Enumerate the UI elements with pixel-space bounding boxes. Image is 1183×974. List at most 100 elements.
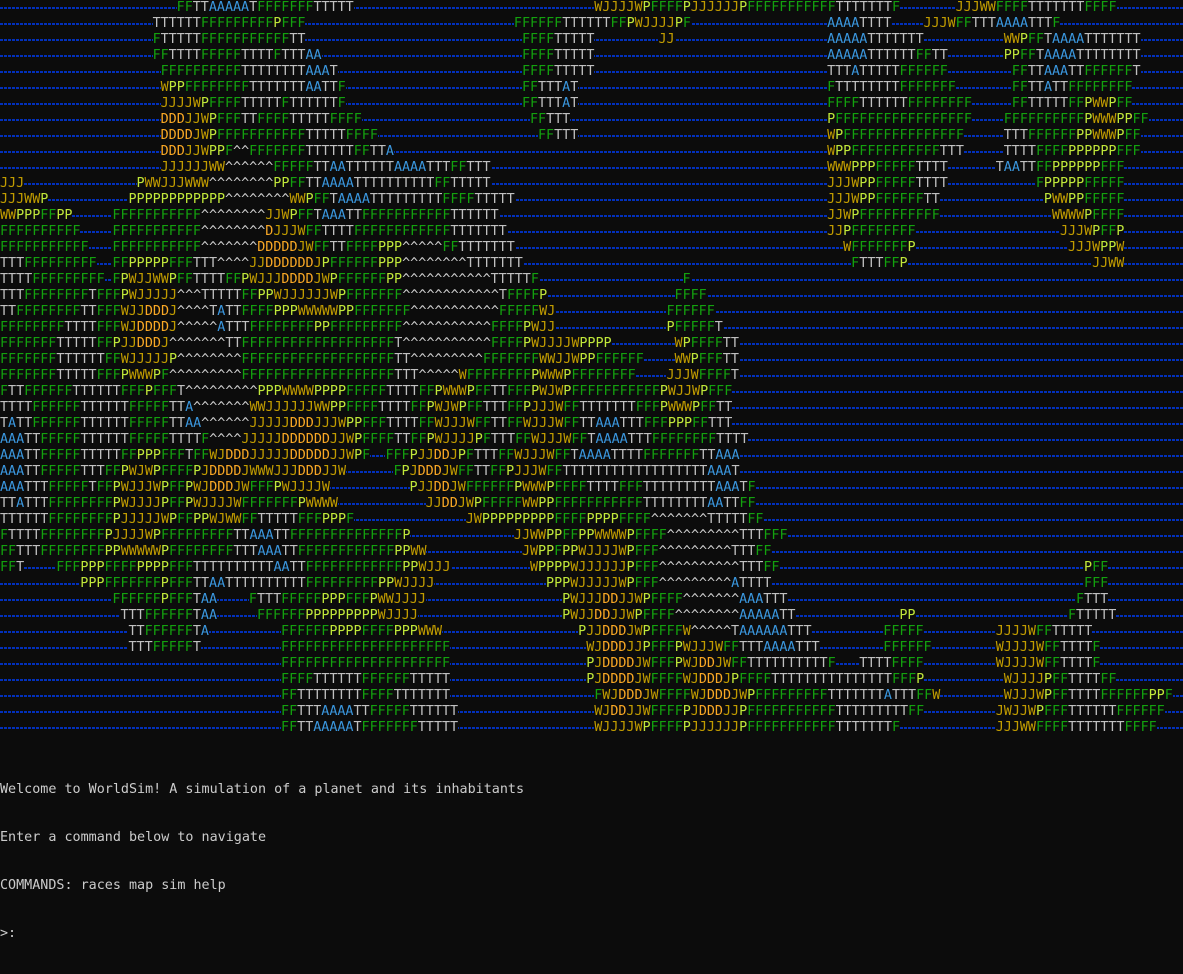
land-segment: FFFFFFFTTTTTTFFWJJJJJP^^^^^^^^FFFFFFFFFF… [0,352,644,368]
land-segment: WJDDDJJPFFFPWJJJWFFTTTAAAATTT [586,640,820,656]
map-row: FFFFFFFFFFTTTTTTTTAAAT FFFFTTTTT TTTATTTTT… [0,64,1183,80]
instruction-message: Enter a command below to navigate [0,830,267,845]
land-segment: WJJJWPFFTTTTFFFFFFPPF [1003,688,1173,704]
land-segment: FTTTTT [1067,608,1117,624]
land-segment: AAATTFFFFFTTTTTFFPPPFFFTFFWJDDDJJJJJDDDD… [0,448,371,464]
land-segment: JJJJWPFFFFTTTTTFTTTTTTF [160,96,346,112]
land-segment: PWWPPFFFFF [1043,192,1125,208]
land-segment: JWJJWPFFFTTTTTTFFFFFF [995,704,1165,720]
map-row: TTTFFFFFFFFF FFPPPPPFFFTTT^^^^JJDDDDDDJPF… [0,256,1183,272]
land-segment: TTFFFFFFFFTTFFFWJJDDDJ^^^^TATTFFFFPPPWWW… [0,304,556,320]
land-segment: FTTTTTFFFFFFFFFFFTT [152,32,306,48]
land-segment: FFT [0,560,25,576]
land-segment: FFTTTAT [521,80,579,96]
commands-list: COMMANDS: races map sim help [0,878,226,893]
land-segment: FFFFFF [666,304,715,320]
land-segment: JJJWWP [0,192,49,208]
land-segment: JJJWFFFFT [666,368,739,384]
land-segment: JWPPPPPPPPPFFFFPPPPFFFF^^^^^^^TTTTTFF [465,512,764,528]
land-segment: FFTTTAT [521,96,579,112]
map-row: FFFFFFFFFF FFFFFFFFFFF^^^^^^^^DJJJWFFTTTT… [0,224,1183,240]
land-segment: FFFFFFFFFF [0,224,81,240]
land-segment: FPWJJWWPFFTTTTFFPWJJJDDDDJWPFFFFFFPP^^^^… [112,272,539,288]
land-segment: FFFFFFFTTTTTFFFPWWWPF^^^^^^^^^FFFFFFFFFF… [0,368,636,384]
land-segment: TTTTFFFFFFFFF [0,272,105,288]
land-segment: FPJDDDJWFFTTFFPJJJWFFTTTTTTTTTTTTTTTTTTA… [393,464,740,480]
land-segment: JJWWPPFFPPWWWWPFFFF^^^^^^^^^TTTFFF [513,528,788,544]
land-segment: JJJWPPFFFFFTTTT [827,176,948,192]
land-segment: JJJ [0,176,25,192]
land-segment: JJJWPPW [1067,240,1125,256]
land-segment: FFTTAAATTFFFFFFT [1011,64,1141,80]
land-segment: FTTTTFFFFFFFFPJJJJWPFFFFFFFFFTTAAATTFFFF… [0,528,411,544]
land-segment: FFPPPPPFFFTTT^^^^JJDDDDDDJPFFFFFFPPP^^^^… [112,256,523,272]
land-segment: AAATTFFFFFTTTFFPWJWPFFFFPJDDDDJWWWJJJDDD… [0,464,347,480]
land-segment: FFTTT [529,112,571,128]
map-row: TTTTFFFFFFFFF FPWJJWWPFFTTTTFFPWJJJDDDDJW… [0,272,1183,288]
land-segment: JJWPFFFFFFFFFF [827,208,940,224]
land-segment: FFFFFFFFFFF^^^^^^^DDDDDJWFFTTFFFFPPP^^^^… [112,240,515,256]
land-segment: JJ [658,32,675,48]
land-segment: TTTTFFFF [859,656,924,672]
land-segment: TTTTTTFFFFFFFFPJJJJJWPFFPPWJWWFFTTTTTFFF… [0,512,355,528]
map-row: JJJJWPFFFFTTTTTFTTTTTTF FFTTTAT FFFFTTTTTT… [0,96,1183,112]
land-segment: DDDJJWPFFFTTFFFFTTTTTFFFF [160,112,362,128]
land-segment: WJJJJPFFTTTTFF [1003,672,1117,688]
map-row: FFFFFFFTTTTTFFFPWWWPF^^^^^^^^^FFFFFFFFFF… [0,368,1183,384]
map-row: FTTTTTFFFFFFFFFFFTT FFFFTTTTT JJ AAAAATTTTT… [0,32,1183,48]
map-row: TTTFFFFFFFFTFFFPWJJJJJ^^^TTTTTFFPPWJJJJJ… [0,288,1183,304]
land-segment: FFFFFFTTTTTTFFPWJJJJPF [513,16,691,32]
command-prompt[interactable]: >: [0,926,1183,942]
map-row: JJJ PWWJJJWWW^^^^^^^^PPFFTTAAAATTTTTTTTTT… [0,176,1183,192]
map-row: JJJWWP PPPPPPPPPPPP^^^^^^^^WWPFFTAAAATTTT… [0,192,1183,208]
map-row: TTFFFFFFTA FFFFFFPPPPFFFFPPPWWW PJJDDDJWPF… [0,624,1183,640]
map-row: TTFFFFFFFFTTFFFWJJDDDJ^^^^TATTFFFFPPPWWW… [0,304,1183,320]
land-segment: FFTTAAAAATFFFFFFFTTTTT [176,0,354,16]
land-segment: FTTT [1076,592,1109,608]
map-row: AAATTFFFFFTTTTTFFPPPFFFTFFWJDDDJJJJJDDDD… [0,448,1183,464]
land-segment: FFFPJJDDJPFTTTFFWJJJWFFTAAAATTTTFFFFFFFT… [385,448,740,464]
map-row: FFTTTFFFFFFFFPPWWWWWPFFFFFFFFTTTAAATTFFF… [0,544,1183,560]
land-segment: WWPFFFTT [674,352,739,368]
land-segment: PWWJJJWWW^^^^^^^^PPFFTTAAAATTTTTTTTTTFFT… [136,176,491,192]
land-segment: JJWW [1092,256,1125,272]
land-segment: PP [899,608,916,624]
land-segment: FWJDDDJWFFFFWJDDDJWPFFFFFFFFFTTTTTTTATTT… [594,688,941,704]
console-output: Welcome to WorldSim! A simulation of a p… [0,750,1183,974]
map-row: FFFFFFFFTTTTFFFWJDDDDJ^^^^^ATTTFFFFFFFFP… [0,320,1183,336]
land-segment: FFFFFFPFFFTAA [112,592,218,608]
map-row: TTTFFFFFT FFFFFFFFFFFFFFFFFFFFF WJDDDJJPFF… [0,640,1183,656]
land-segment: FFFFFFFFTTTTFFFWJDDDDJ^^^^^ATTTFFFFFFFFP… [0,320,556,336]
land-segment: WJJJJWPFFFFPJJJJJJPFFFFFFFFFFFTTTTTTTF [594,720,900,736]
land-segment: FTTTTTTTTFFFFFFF [827,80,956,96]
land-segment: FFFFFFFFFFFFFFFFFFFFF [281,656,451,672]
land-segment: JWPPFPPWJJJJWPFFF^^^^^^^^^TTTFF [521,544,772,560]
land-segment: PJJDDJWFFFFFFPWWWPFFFFTTTTFFFTTTTTTTTTAA… [409,480,756,496]
map-row: FFFFFFFFFFFFFFFFFFFFF PJDDDDJWFFFPWJDDJWF… [0,656,1183,672]
map-row: FTTFFFFFFTTTTTTFFFPFFFT^^^^^^^^^PPPWWWWP… [0,384,1183,400]
land-segment: PPPPPPPPPPPP^^^^^^^^WWPFFTAAAATTTTTTTTTF… [128,192,515,208]
land-segment: WJDDJJWFFFFPJDDDJJPFFFFFFFFFFFTTTTTTTTTF… [594,704,925,720]
land-segment: JJJWPPFFFFFFTT [827,192,940,208]
land-segment: FFFFTTTTTTFFFFFFFF [827,96,972,112]
land-segment: WFFFFFFFP [843,240,916,256]
land-segment: FFFFFFFFFFFFFFFFFFFFF [281,640,451,656]
terminal-window: FFTTAAAAATFFFFFFFTTTTT WJJJJWPFFFFPJJJJJJ… [0,0,1183,941]
land-segment: DDDJJWPPF^^FFFFFFFTTTTTTFFTTA [160,144,394,160]
map-row: FFFFFFFTTTTTTFFWJJJJJP^^^^^^^^FFFFFFFFFF… [0,352,1183,368]
map-row: FFTTAAAAATFFFFFFFTTTTT WJJJJWPFFFFPJJJJJJ… [0,0,1183,16]
land-segment: FFTTT [538,128,579,144]
land-segment: TTTFFFFFFTAA [120,608,217,624]
land-segment: TTTFFFFFFFFTFFFPWJJJJJ^^^TTTTTFFPPWJJJJJ… [0,288,548,304]
land-segment: WWPPPFFPP [0,208,73,224]
land-segment: JJJWFFTTTAAAATTTF [923,16,1061,32]
map-row: DDDJJWPPF^^FFFFFFFTTTTTTFFTTA WPPFFFFFFFF… [0,144,1183,160]
land-segment: PJDDDDJWFFFFWJDDDJPFFFFTTTTTTTTTTTTTTTFF… [586,672,925,688]
land-segment: PPFFTAAAATTTTTTTT [1003,48,1141,64]
land-segment: WPFFFFFFFFFFFFFFF [827,128,964,144]
map-row: JJJJJJWW^^^^^^FFFFFTTAATTTTTTAAAATTTFFTT… [0,160,1183,176]
land-segment: DDDDJWPFFFFFFFFFFFTTTTTFFFF [160,128,378,144]
land-segment: TTTATTTTTFFFFFF [827,64,948,80]
land-segment: FFTTTTTFFPWWPFF [1011,96,1133,112]
land-segment: FFFFTTTTTTFFFFFFTTTTT [281,672,451,688]
